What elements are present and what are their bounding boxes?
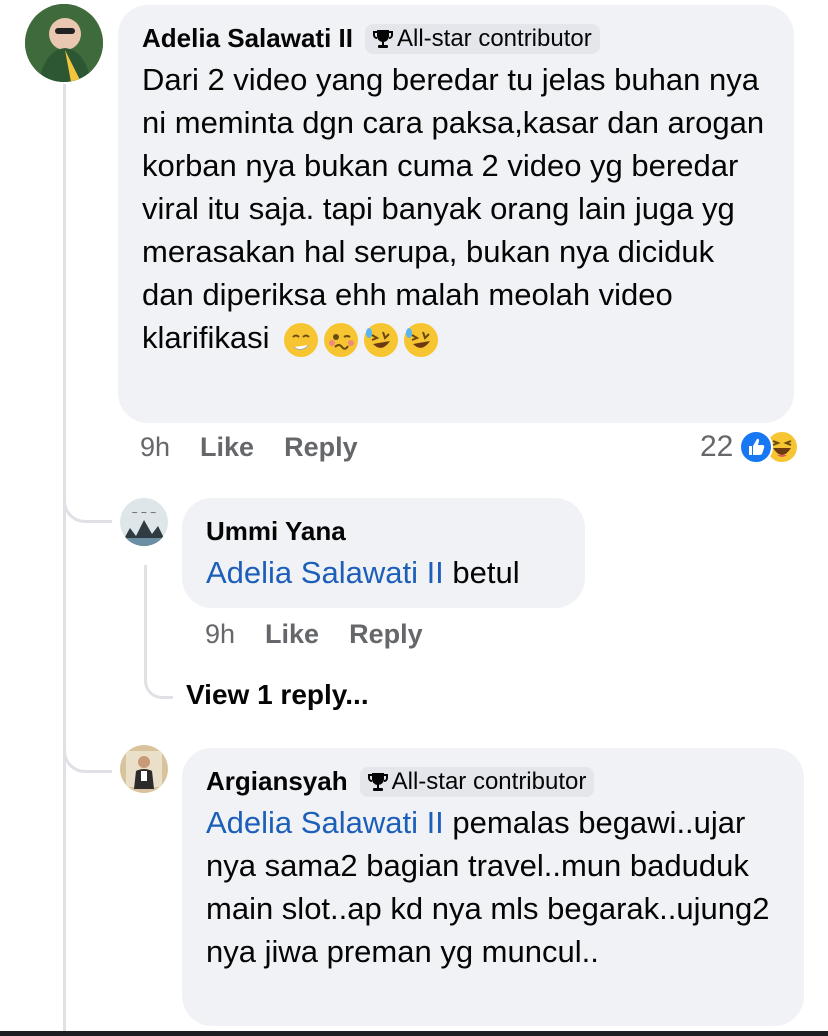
avatar[interactable]: [120, 745, 168, 793]
reply-text: Adelia Salawati II betul: [206, 551, 565, 594]
thread-connector-1: [63, 480, 112, 523]
thread-line-main: [63, 84, 66, 1036]
thread-connector-view-replies: [144, 660, 173, 699]
badge-label: All-star contributor: [396, 24, 592, 52]
reply-author[interactable]: Ummi Yana: [206, 516, 346, 547]
badge-label: All-star contributor: [391, 767, 587, 795]
trophy-icon: [372, 29, 393, 48]
reply-text: Adelia Salawati II pemalas begawi..ujar …: [206, 801, 784, 973]
like-reaction-icon: [739, 430, 774, 464]
avatar-image: [120, 745, 168, 793]
reaction-summary[interactable]: 22: [700, 430, 800, 464]
comment-actions: 9h Like Reply: [140, 432, 358, 463]
comment-text-content: Dari 2 video yang beredar tu jelas buhan…: [142, 62, 765, 355]
reaction-count: 22: [700, 430, 734, 463]
thread-line-reply: [144, 565, 147, 665]
woozy-face-icon: [324, 322, 359, 357]
comment-bubble: Adelia Salawati II All-star contributor …: [118, 5, 794, 423]
like-button[interactable]: Like: [265, 619, 319, 650]
timestamp: 9h: [140, 432, 171, 462]
reply-actions: 9h Like Reply: [205, 619, 423, 650]
view-replies-link[interactable]: View 1 reply...: [186, 679, 369, 711]
like-button[interactable]: Like: [200, 432, 254, 463]
trophy-icon: [367, 772, 388, 791]
rolling-laughing-face-icon: [404, 322, 439, 357]
mention-link[interactable]: Adelia Salawati II: [206, 555, 444, 590]
reply-bubble: Ummi Yana Adelia Salawati II betul: [182, 498, 585, 608]
avatar[interactable]: [25, 4, 103, 82]
contributor-badge[interactable]: All-star contributor: [364, 23, 600, 54]
comment-text: Dari 2 video yang beredar tu jelas buhan…: [142, 58, 774, 359]
mention-link[interactable]: Adelia Salawati II: [206, 805, 444, 840]
avatar-image: ~ ~ ~: [120, 498, 168, 546]
reply-button[interactable]: Reply: [349, 619, 423, 650]
comment-author[interactable]: Adelia Salawati II: [142, 23, 353, 54]
thread-connector-2: [63, 730, 112, 773]
contributor-badge[interactable]: All-star contributor: [359, 766, 595, 797]
reply-text-content: betul: [443, 555, 520, 590]
avatar[interactable]: ~ ~ ~: [120, 498, 168, 546]
rolling-laughing-face-icon: [364, 322, 399, 357]
timestamp: 9h: [205, 619, 236, 649]
bottom-edge: [0, 1031, 828, 1036]
svg-text:~ ~ ~: ~ ~ ~: [131, 508, 156, 517]
sneezing-face-icon: [284, 322, 319, 357]
reply-button[interactable]: Reply: [284, 432, 358, 463]
avatar-image: [25, 4, 103, 82]
reply-bubble: Argiansyah All-star contributor Adelia S…: [182, 748, 804, 1026]
reply-author[interactable]: Argiansyah: [206, 766, 348, 797]
